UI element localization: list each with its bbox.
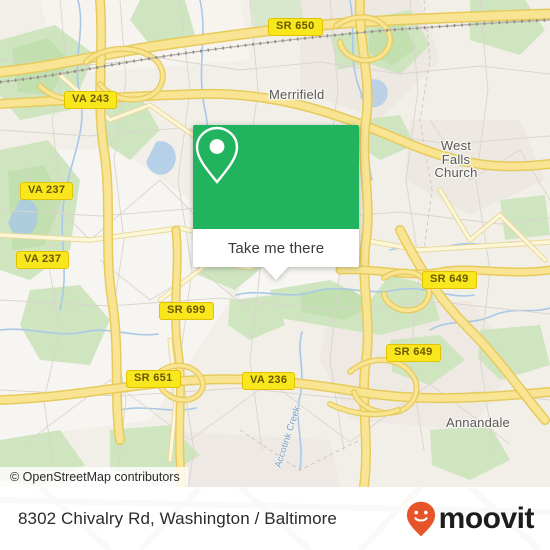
take-me-there-label: Take me there [227, 239, 325, 257]
moovit-pin-smile-icon [406, 501, 436, 537]
callout-pin-area [193, 125, 359, 229]
map-screenshot: .land { fill:#f2efe9; } .green { fill:#c… [0, 0, 550, 550]
road-shield-va-243: VA 243 [64, 91, 118, 109]
map-canvas[interactable]: .land { fill:#f2efe9; } .green { fill:#c… [0, 0, 550, 487]
road-shield-va-237-north: VA 237 [20, 182, 74, 200]
callout-action-bar[interactable]: Take me there [193, 229, 359, 267]
destination-callout-card[interactable]: Take me there [193, 125, 359, 280]
callout-tail-pointer [263, 266, 289, 280]
footer-bar: 8302 Chivalry Rd, Washington / Baltimore… [0, 487, 550, 550]
road-shield-sr-649-north: SR 649 [422, 271, 477, 289]
road-shield-sr-699: SR 699 [159, 302, 214, 320]
road-shield-va-236: VA 236 [242, 372, 296, 390]
moovit-wordmark: moovit [438, 501, 535, 535]
moovit-brand[interactable]: moovit [406, 501, 535, 537]
road-shield-sr-650: SR 650 [268, 18, 323, 36]
address-label: 8302 Chivalry Rd, Washington / Baltimore [18, 508, 337, 528]
road-shield-va-237-south: VA 237 [16, 251, 70, 269]
road-shield-sr-649-south: SR 649 [386, 344, 441, 362]
road-shield-sr-651: SR 651 [126, 370, 181, 388]
osm-attribution[interactable]: © OpenStreetMap contributors [0, 467, 188, 487]
